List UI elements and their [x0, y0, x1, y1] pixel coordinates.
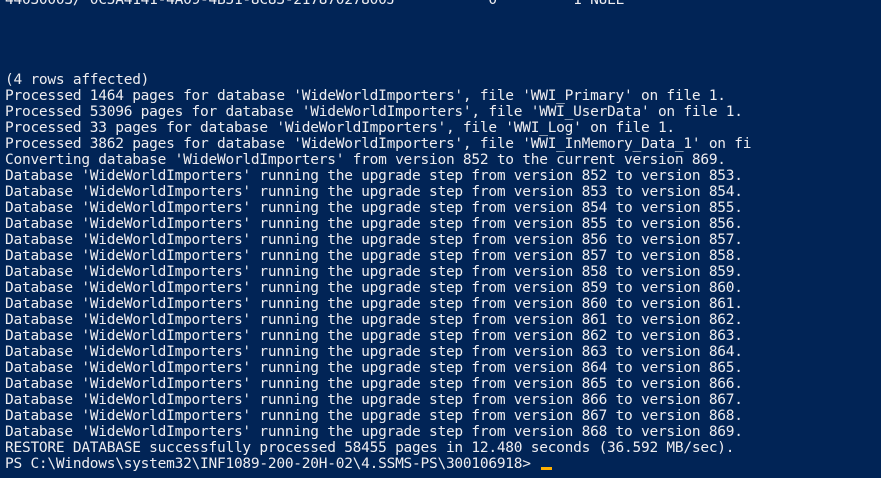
output-line: Processed 33 pages for database 'WideWor…	[5, 120, 675, 136]
output-line: 44030003/ 0C5A4141-4A09-4B51-8C83-217870…	[5, 0, 625, 8]
output-line: Database 'WideWorldImporters' running th…	[5, 184, 743, 200]
output-line: Database 'WideWorldImporters' running th…	[5, 392, 743, 408]
output-line: Processed 3862 pages for database 'WideW…	[5, 136, 752, 152]
output-line: Database 'WideWorldImporters' running th…	[5, 168, 743, 184]
output-line: RESTORE DATABASE successfully processed …	[5, 440, 735, 456]
output-line: Database 'WideWorldImporters' running th…	[5, 280, 743, 296]
output-lines: 44030003/ 0C5A4141-4A09-4B51-8C83-217870…	[5, 0, 881, 456]
console-output: 44030003/ 0C5A4141-4A09-4B51-8C83-217870…	[5, 0, 881, 472]
output-line: Database 'WideWorldImporters' running th…	[5, 248, 743, 264]
output-line: Database 'WideWorldImporters' running th…	[5, 312, 743, 328]
output-line: Database 'WideWorldImporters' running th…	[5, 216, 743, 232]
output-line: Converting database 'WideWorldImporters'…	[5, 152, 726, 168]
text-cursor	[541, 467, 553, 470]
prompt-text: PS C:\Windows\system32\INF1089-200-20H-0…	[5, 456, 540, 472]
output-line: Database 'WideWorldImporters' running th…	[5, 360, 743, 376]
output-line: Database 'WideWorldImporters' running th…	[5, 264, 743, 280]
output-line: Database 'WideWorldImporters' running th…	[5, 376, 743, 392]
output-line: Database 'WideWorldImporters' running th…	[5, 296, 743, 312]
output-line: Database 'WideWorldImporters' running th…	[5, 200, 743, 216]
output-line: Database 'WideWorldImporters' running th…	[5, 232, 743, 248]
output-line: Database 'WideWorldImporters' running th…	[5, 328, 743, 344]
output-line: (4 rows affected)	[5, 72, 150, 88]
output-line: Database 'WideWorldImporters' running th…	[5, 424, 743, 440]
output-line: Processed 53096 pages for database 'Wide…	[5, 104, 743, 120]
output-line: Database 'WideWorldImporters' running th…	[5, 408, 743, 424]
powershell-console[interactable]: 44030003/ 0C5A4141-4A09-4B51-8C83-217870…	[0, 0, 881, 478]
output-line: Database 'WideWorldImporters' running th…	[5, 344, 743, 360]
output-line: Processed 1464 pages for database 'WideW…	[5, 88, 726, 104]
prompt-line[interactable]: PS C:\Windows\system32\INF1089-200-20H-0…	[5, 456, 881, 472]
